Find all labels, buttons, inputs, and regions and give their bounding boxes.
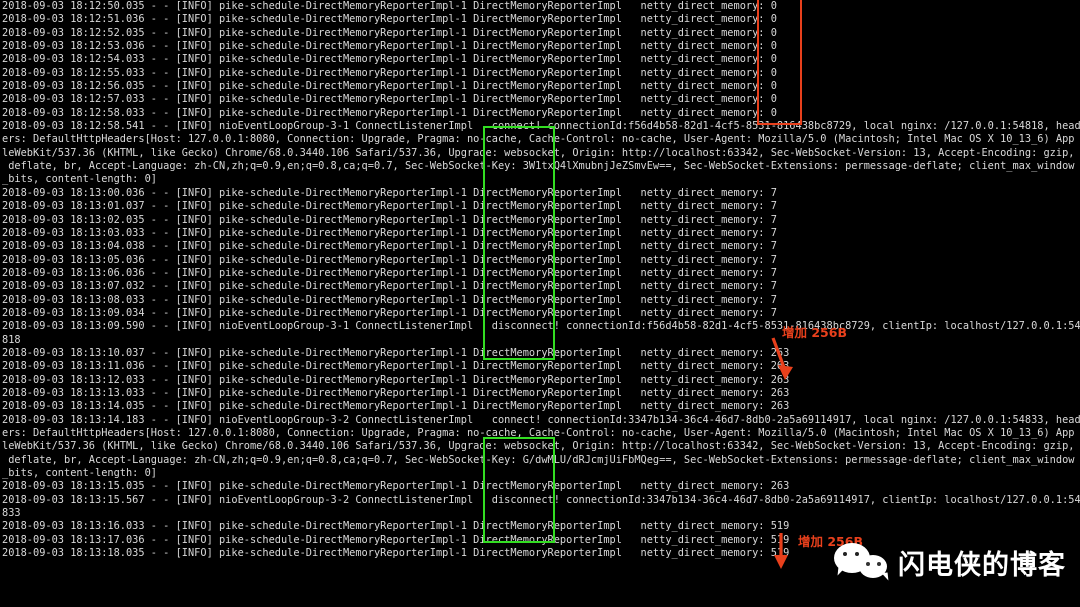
wechat-logo-icon: [834, 541, 890, 583]
log-line: 833: [2, 507, 21, 520]
log-line: 2018-09-03 18:13:01.037 - - [INFO] pike-…: [2, 200, 777, 213]
log-line: 2018-09-03 18:13:15.035 - - [INFO] pike-…: [2, 480, 790, 493]
log-line: 2018-09-03 18:13:04.038 - - [INFO] pike-…: [2, 240, 777, 253]
log-line: 2018-09-03 18:13:11.036 - - [INFO] pike-…: [2, 360, 790, 373]
log-line: 2018-09-03 18:12:58.541 - - [INFO] nioEv…: [2, 120, 1080, 133]
log-line: 818: [2, 333, 21, 346]
log-line: 2018-09-03 18:13:08.033 - - [INFO] pike-…: [2, 293, 777, 306]
log-line: 2018-09-03 18:12:51.036 - - [INFO] pike-…: [2, 13, 777, 26]
log-line: deflate, br, Accept-Language: zh-CN,zh;q…: [2, 453, 1075, 466]
log-line: 2018-09-03 18:13:10.037 - - [INFO] pike-…: [2, 346, 790, 359]
log-line: 2018-09-03 18:13:12.033 - - [INFO] pike-…: [2, 373, 790, 386]
log-line: 2018-09-03 18:12:55.033 - - [INFO] pike-…: [2, 66, 777, 79]
log-line: ers: DefaultHttpHeaders[Host: 127.0.0.1:…: [2, 133, 1075, 146]
log-line: ers: DefaultHttpHeaders[Host: 127.0.0.1:…: [2, 427, 1075, 439]
log-line: 2018-09-03 18:13:15.567 - - [INFO] nioEv…: [2, 493, 1080, 506]
terminal-log-screenshot: 2018-09-03 18:12:50.035 - - [INFO] pike-…: [0, 0, 1080, 607]
watermark-text: 闪电侠的博客: [898, 549, 1066, 581]
log-line: leWebKit/537.36 (KHTML, like Gecko) Chro…: [2, 146, 1075, 159]
log-line: 2018-09-03 18:13:16.033 - - [INFO] pike-…: [2, 520, 790, 533]
log-line: 2018-09-03 18:13:05.036 - - [INFO] pike-…: [2, 253, 777, 266]
log-line: leWebKit/537.36 (KHTML, like Gecko) Chro…: [2, 440, 1075, 453]
log-line: 2018-09-03 18:12:53.036 - - [INFO] pike-…: [2, 40, 777, 53]
log-line: 2018-09-03 18:13:06.036 - - [INFO] pike-…: [2, 266, 777, 279]
log-line: 2018-09-03 18:13:00.036 - - [INFO] pike-…: [2, 186, 777, 199]
increase-arrow-icon-2: [774, 533, 788, 569]
watermark: 闪电侠的博客: [834, 541, 1066, 583]
log-line: 2018-09-03 18:13:09.034 - - [INFO] pike-…: [2, 306, 777, 319]
log-line: 2018-09-03 18:12:58.033 - - [INFO] pike-…: [2, 106, 777, 119]
log-line: 2018-09-03 18:13:13.033 - - [INFO] pike-…: [2, 386, 790, 399]
log-line: _bits, content-length: 0]: [2, 173, 157, 186]
log-line: 2018-09-03 18:12:57.033 - - [INFO] pike-…: [2, 93, 777, 106]
log-line: 2018-09-03 18:13:14.183 - - [INFO] nioEv…: [2, 413, 1080, 426]
log-line: 2018-09-03 18:13:14.035 - - [INFO] pike-…: [2, 400, 790, 413]
log-line: 2018-09-03 18:12:50.035 - - [INFO] pike-…: [2, 0, 777, 12]
terminal-log-output: 2018-09-03 18:12:50.035 - - [INFO] pike-…: [0, 0, 1080, 560]
log-line: deflate, br, Accept-Language: zh-CN,zh;q…: [2, 160, 1075, 173]
log-line: 2018-09-03 18:13:02.035 - - [INFO] pike-…: [2, 213, 777, 226]
log-line: 2018-09-03 18:13:03.033 - - [INFO] pike-…: [2, 226, 777, 239]
log-line: 2018-09-03 18:12:52.035 - - [INFO] pike-…: [2, 26, 777, 39]
log-line: 2018-09-03 18:13:07.032 - - [INFO] pike-…: [2, 280, 777, 293]
log-line: 2018-09-03 18:12:56.035 - - [INFO] pike-…: [2, 80, 777, 93]
log-line: _bits, content-length: 0]: [2, 467, 157, 480]
log-line: 2018-09-03 18:13:09.590 - - [INFO] nioEv…: [2, 320, 1080, 333]
increase-arrow-icon-1: [771, 337, 793, 380]
log-line: 2018-09-03 18:12:54.033 - - [INFO] pike-…: [2, 53, 777, 66]
